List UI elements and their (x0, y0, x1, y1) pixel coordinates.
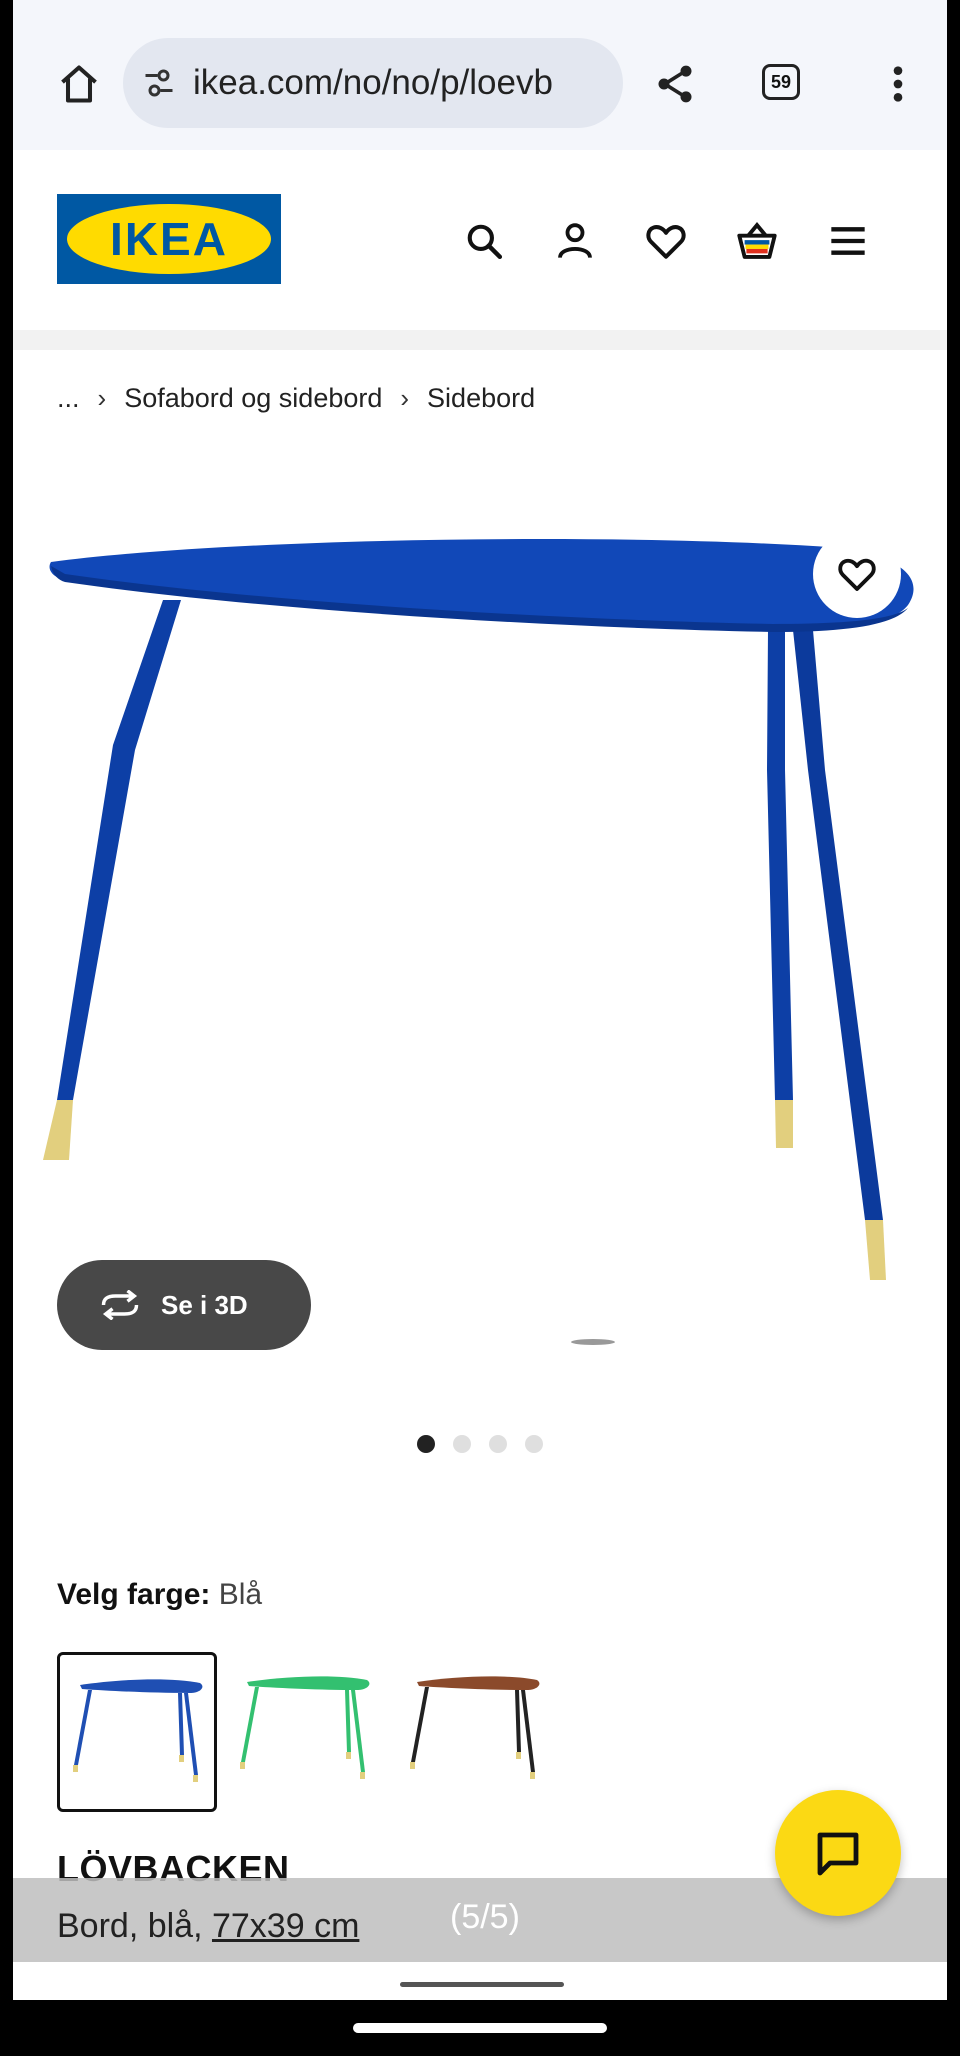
image-counter: (5/5) (450, 1898, 520, 1936)
table-leg (43, 600, 181, 1160)
color-label: Velg farge: (57, 1578, 211, 1611)
site-header: IKEA (13, 150, 947, 330)
basket-icon[interactable] (734, 218, 780, 264)
view-in-3d-button[interactable]: Se i 3D (57, 1260, 311, 1350)
view-in-3d-label: Se i 3D (161, 1289, 248, 1320)
product-image[interactable] (13, 520, 947, 1350)
color-swatch-green[interactable] (227, 1652, 387, 1812)
product-size-link[interactable]: 77x39 cm (212, 1907, 359, 1945)
header-divider (13, 330, 947, 350)
home-icon[interactable] (55, 60, 103, 108)
logo-text: IKEA (110, 213, 228, 265)
profile-icon[interactable] (552, 218, 598, 264)
gallery-dot[interactable] (525, 1435, 543, 1453)
tune-icon[interactable] (139, 63, 179, 103)
gesture-bar[interactable] (353, 2023, 607, 2033)
tabs-icon[interactable]: 59 (762, 64, 800, 100)
color-swatch-brown[interactable] (397, 1652, 557, 1812)
chat-button[interactable] (775, 1790, 901, 1916)
product-description-text: Bord, blå, (57, 1907, 212, 1945)
scroll-indicator (400, 1982, 564, 1987)
breadcrumb-separator: › (97, 382, 107, 413)
heart-icon (838, 558, 876, 591)
address-bar[interactable]: ikea.com/no/no/p/loevb (123, 38, 623, 128)
breadcrumb: ... › Sofabord og sidebord › Sidebord (57, 378, 535, 418)
breadcrumb-separator: › (400, 382, 410, 413)
gallery-dot[interactable] (453, 1435, 471, 1453)
chat-icon (817, 1832, 859, 1876)
breadcrumb-item-sidebord[interactable]: Sidebord (427, 383, 535, 414)
table-leg (767, 630, 793, 1148)
product-description: Bord, blå, 77x39 cm (57, 1907, 359, 1946)
url-text: ikea.com/no/no/p/loevb (193, 63, 553, 102)
browser-toolbar: ikea.com/no/no/p/loevb 59 (13, 0, 947, 151)
heart-icon[interactable] (643, 218, 689, 264)
gallery-pagination (13, 1435, 947, 1453)
color-selector-label: Velg farge: Blå (57, 1578, 262, 1612)
table-leg (793, 630, 886, 1280)
search-icon[interactable] (461, 218, 507, 264)
more-vert-icon[interactable] (883, 60, 913, 108)
logo-oval: IKEA (67, 204, 271, 274)
breadcrumb-ellipsis[interactable]: ... (57, 383, 80, 414)
share-icon[interactable] (651, 60, 699, 108)
color-swatch-blue[interactable] (57, 1652, 217, 1812)
phone-screen: ikea.com/no/no/p/loevb 59 IKEA ... › Sof… (13, 0, 947, 2000)
menu-icon[interactable] (825, 218, 871, 264)
color-value: Blå (218, 1578, 263, 1611)
gallery-dot[interactable] (489, 1435, 507, 1453)
breadcrumb-item-sofabord[interactable]: Sofabord og sidebord (124, 383, 382, 414)
gallery-dot[interactable] (417, 1435, 435, 1453)
ikea-logo[interactable]: IKEA (57, 194, 281, 284)
favorite-button[interactable] (813, 530, 901, 618)
rotate-3d-icon (97, 1290, 143, 1320)
table-shadow (571, 1339, 615, 1345)
